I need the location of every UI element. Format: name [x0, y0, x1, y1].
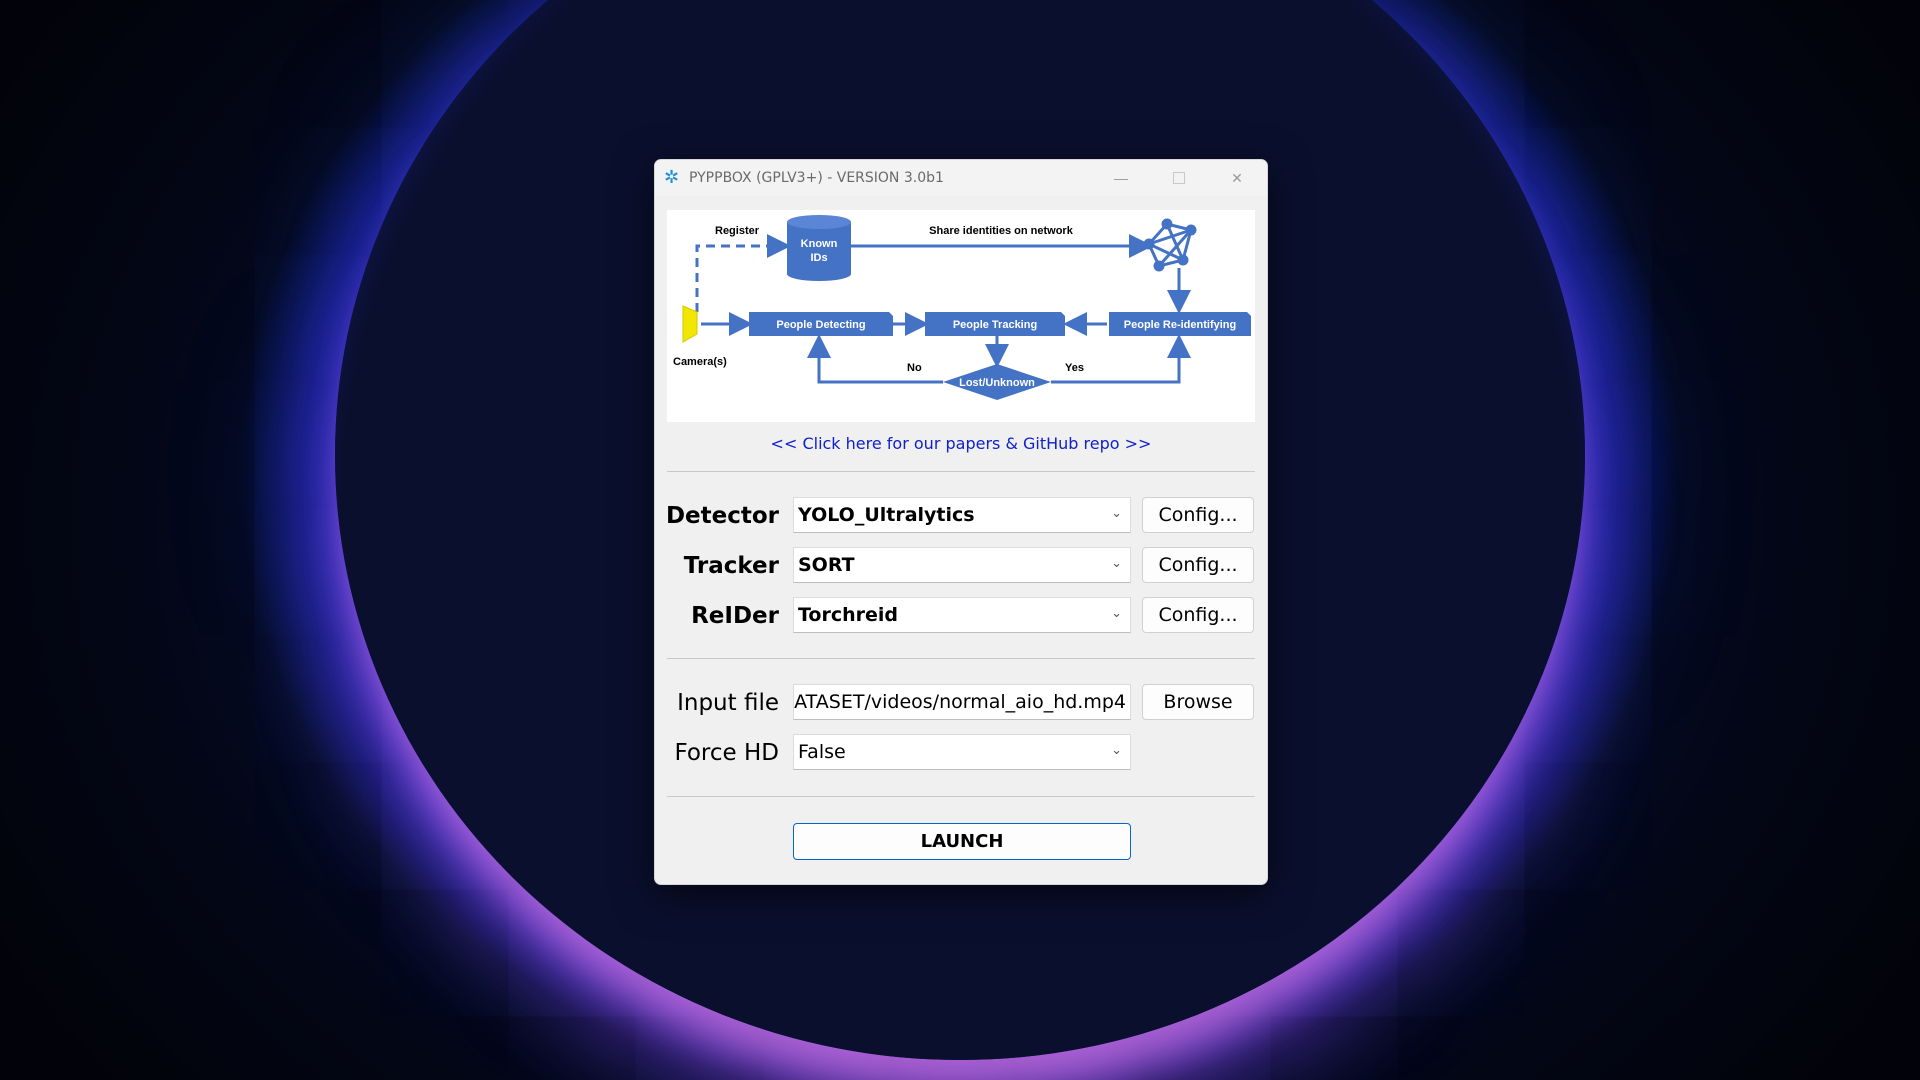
tracker-config-button[interactable]: Config... — [1142, 547, 1254, 583]
gear-icon: ✲ — [664, 167, 680, 187]
force-hd-select[interactable]: False ⌄ — [793, 734, 1131, 770]
reider-label: ReIDer — [691, 603, 779, 629]
svg-text:IDs: IDs — [810, 252, 827, 264]
detecting-box: People Detecting — [749, 312, 893, 336]
svg-text:People Tracking: People Tracking — [953, 319, 1037, 331]
reider-select[interactable]: Torchreid ⌄ — [793, 597, 1131, 633]
register-label: Register — [715, 225, 760, 237]
chevron-down-icon: ⌄ — [1111, 742, 1122, 757]
detector-config-button[interactable]: Config... — [1142, 497, 1254, 533]
reider-config-button[interactable]: Config... — [1142, 597, 1254, 633]
chevron-down-icon: ⌄ — [1111, 555, 1122, 570]
network-icon — [1143, 218, 1197, 272]
divider — [667, 658, 1255, 659]
yes-label: Yes — [1065, 362, 1084, 374]
force-hd-value: False — [798, 741, 846, 763]
app-window: ✲ PYPPBOX (GPLV3+) - VERSION 3.0b1 — ✕ R… — [654, 159, 1268, 885]
detector-value: YOLO_Ultralytics — [798, 504, 975, 526]
divider — [667, 471, 1255, 472]
launch-button[interactable]: LAUNCH — [793, 823, 1131, 860]
force-hd-label: Force HD — [674, 740, 779, 766]
maximize-icon — [1173, 172, 1185, 184]
lost-unknown-decision: Lost/Unknown — [943, 364, 1051, 400]
register-arrow — [695, 234, 791, 312]
svg-text:Lost/Unknown: Lost/Unknown — [959, 377, 1035, 389]
close-button[interactable]: ✕ — [1208, 160, 1266, 196]
minimize-icon: — — [1114, 170, 1128, 186]
chevron-down-icon: ⌄ — [1111, 605, 1122, 620]
input-file-label: Input file — [677, 690, 779, 716]
maximize-button[interactable] — [1150, 160, 1208, 196]
tracker-select[interactable]: SORT ⌄ — [793, 547, 1131, 583]
svg-text:People Re-identifying: People Re-identifying — [1124, 319, 1236, 331]
window-title: PYPPBOX (GPLV3+) - VERSION 3.0b1 — [689, 170, 944, 186]
share-label: Share identities on network — [929, 225, 1074, 237]
tracking-box: People Tracking — [925, 312, 1065, 336]
close-icon: ✕ — [1231, 169, 1243, 186]
title-bar[interactable]: ✲ PYPPBOX (GPLV3+) - VERSION 3.0b1 — ✕ — [655, 160, 1267, 196]
minimize-button[interactable]: — — [1092, 160, 1150, 196]
reidentifying-box: People Re-identifying — [1109, 312, 1251, 336]
svg-text:People Detecting: People Detecting — [776, 319, 865, 331]
svg-text:Known: Known — [801, 238, 838, 250]
detector-label: Detector — [665, 503, 779, 529]
input-file-field[interactable]: _DATASET/videos/normal_aio_hd.mp4 — [793, 684, 1131, 720]
input-file-value: _DATASET/videos/normal_aio_hd.mp4 — [793, 691, 1126, 713]
papers-github-link[interactable]: << Click here for our papers & GitHub re… — [655, 434, 1267, 453]
divider — [667, 796, 1255, 797]
known-ids-database: Known IDs — [787, 215, 851, 281]
detector-select[interactable]: YOLO_Ultralytics ⌄ — [793, 497, 1131, 533]
browse-button[interactable]: Browse — [1142, 684, 1254, 720]
chevron-down-icon: ⌄ — [1111, 505, 1122, 520]
pipeline-diagram: Register Known IDs Share identities on n… — [667, 210, 1255, 422]
camera-label: Camera(s) — [673, 356, 727, 368]
tracker-label: Tracker — [683, 553, 779, 579]
no-label: No — [907, 362, 922, 374]
reider-value: Torchreid — [798, 604, 899, 626]
camera-icon — [682, 305, 698, 343]
tracker-value: SORT — [798, 554, 855, 576]
